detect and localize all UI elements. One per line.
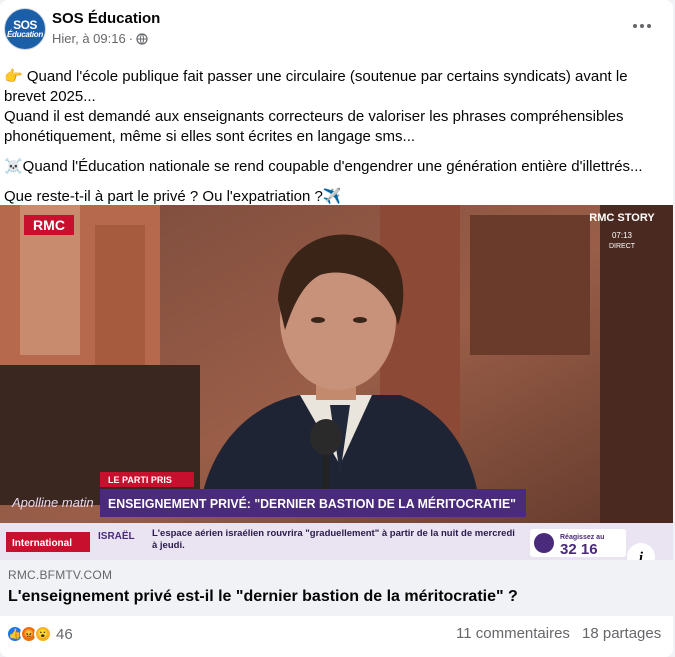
wow-reaction-icon: 😮 <box>34 625 52 643</box>
more-options-button[interactable] <box>624 12 660 40</box>
ticker-country: ISRAËL <box>98 529 135 542</box>
video-thumbnail[interactable]: RMC RMC STORY 07:13 DIRECT LE PARTI PRIS… <box>0 205 673 560</box>
react-number: 32 16 <box>560 541 598 558</box>
post-paragraph: Que reste-t-il à part le privé ? Ou l'ex… <box>4 188 342 205</box>
comments-count-link[interactable]: 11 commentaires <box>456 625 570 642</box>
react-label: Réagissez au <box>560 534 604 541</box>
live-label: DIRECT <box>609 243 636 250</box>
thumbnail-image: RMC RMC STORY 07:13 DIRECT LE PARTI PRIS… <box>0 205 673 560</box>
globe-icon <box>136 32 148 45</box>
post-paragraph: ☠️Quand l'Éducation nationale se rend co… <box>4 158 643 175</box>
post-header: SOS Éducation SOS Éducation Hier, à 09:1… <box>0 0 673 56</box>
section-label: LE PARTI PRIS <box>108 475 172 485</box>
post-card: SOS Éducation SOS Éducation Hier, à 09:1… <box>0 0 673 657</box>
meta-separator: · <box>128 31 134 46</box>
more-options-icon <box>633 24 637 28</box>
show-name: Apolline matin <box>11 495 94 510</box>
page-name-link[interactable]: SOS Éducation <box>52 10 160 27</box>
rmc-logo: RMC <box>33 217 65 233</box>
post-timestamp[interactable]: Hier, à 09:16 <box>52 31 126 46</box>
post-meta: Hier, à 09:16 · <box>52 31 148 46</box>
link-title[interactable]: L'enseignement privé est-il le "dernier … <box>8 588 518 606</box>
ticker-category: International <box>12 538 72 549</box>
broadcast-clock: 07:13 <box>612 231 633 240</box>
shares-count-link[interactable]: 18 partages <box>582 625 661 642</box>
link-preview[interactable]: RMC.BFMTV.COM L'enseignement privé est-i… <box>0 560 673 616</box>
headline-text: ENSEIGNEMENT PRIVÉ: "DERNIER BASTION DE … <box>108 496 516 511</box>
ticker-text: L'espace aérien israélien rouvrira "grad… <box>152 528 515 551</box>
reaction-count[interactable]: 46 <box>56 626 73 643</box>
post-text: 👉 Quand l'école publique fait passer une… <box>4 57 654 207</box>
reaction-summary[interactable]: 👍 😡 😮 46 <box>6 625 73 643</box>
post-stats: 👍 😡 😮 46 11 commentaires 18 partages <box>0 616 673 657</box>
page-avatar[interactable]: SOS Éducation <box>4 8 46 50</box>
story-logo: RMC STORY <box>589 212 655 224</box>
link-domain: RMC.BFMTV.COM <box>8 568 113 582</box>
post-paragraph: 👉 Quand l'école publique fait passer une… <box>4 68 628 105</box>
avatar-logo-line2: Éducation <box>7 30 43 39</box>
post-paragraph: Quand il est demandé aux enseignants cor… <box>4 108 624 145</box>
